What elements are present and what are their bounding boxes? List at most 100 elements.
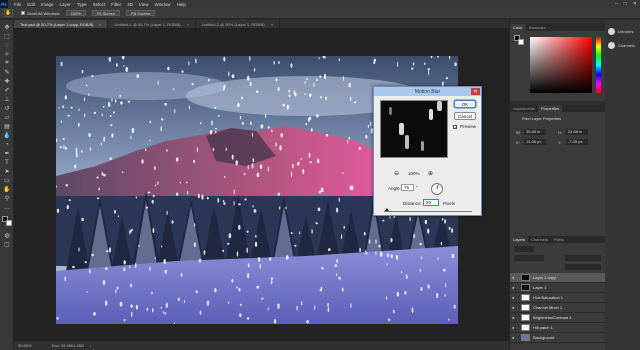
layer-row[interactable]: ● Brightness/Contrast 1 bbox=[510, 313, 606, 323]
crop-tool-icon[interactable]: ⌗ bbox=[3, 60, 11, 67]
fill-field[interactable] bbox=[565, 264, 601, 270]
tab-test-psd[interactable]: Test.psd @ 30.7% (Layer 1 copy, RGB/8) × bbox=[14, 20, 109, 28]
visibility-eye-icon[interactable]: ● bbox=[512, 315, 518, 320]
visibility-eye-icon[interactable]: ● bbox=[512, 305, 518, 310]
opacity-field[interactable] bbox=[565, 255, 601, 261]
tab-untitled-1[interactable]: Untitled-1 @ 66.7% (Layer 1, RGB/8) × bbox=[108, 20, 196, 28]
height-field[interactable]: 24.68 in bbox=[566, 129, 588, 135]
marquee-tool-icon[interactable]: ⬚ bbox=[3, 33, 11, 40]
zoom-readout[interactable]: 30.65% bbox=[18, 343, 32, 348]
fit-screen-button[interactable]: Fit Screen bbox=[91, 10, 121, 16]
layer-row[interactable]: ● Background bbox=[510, 333, 606, 343]
status-menu-icon[interactable]: › bbox=[90, 343, 91, 348]
menu-3d[interactable]: 3D bbox=[127, 2, 133, 7]
eyedropper-tool-icon[interactable]: ✎ bbox=[3, 69, 11, 76]
quick-mask-icon[interactable]: ◍ bbox=[3, 232, 11, 239]
hand-tool-icon[interactable]: ✋ bbox=[4, 9, 13, 17]
visibility-eye-icon[interactable]: ● bbox=[512, 285, 518, 290]
brush-tool-icon[interactable]: ✐ bbox=[3, 87, 11, 94]
menu-window[interactable]: Window bbox=[155, 2, 171, 7]
more-tools-icon[interactable]: … bbox=[3, 204, 11, 211]
tab-adjustments[interactable]: Adjustments bbox=[510, 105, 538, 112]
hand-tool-icon[interactable]: ✋ bbox=[3, 186, 11, 193]
menu-file[interactable]: File bbox=[14, 2, 21, 7]
close-tab-icon[interactable]: × bbox=[271, 22, 273, 27]
fill-screen-button[interactable]: Fill Screen bbox=[126, 10, 156, 16]
tab-color[interactable]: Color bbox=[510, 24, 526, 31]
tab-swatches[interactable]: Swatches bbox=[526, 24, 549, 31]
zoom-in-icon[interactable]: ⊕ bbox=[428, 170, 433, 177]
eraser-tool-icon[interactable]: ▱ bbox=[3, 114, 11, 121]
blur-tool-icon[interactable]: 💧 bbox=[3, 132, 11, 139]
menu-image[interactable]: Image bbox=[41, 2, 54, 7]
distance-slider-thumb[interactable] bbox=[385, 208, 389, 211]
tab-layers[interactable]: Layers bbox=[510, 236, 529, 243]
clone-stamp-tool-icon[interactable]: ⊥ bbox=[3, 96, 11, 103]
color-picker-field[interactable] bbox=[530, 37, 592, 93]
layer-row[interactable]: ● Channel Mixer 1 bbox=[510, 303, 606, 313]
width-field[interactable]: 36.98 in bbox=[524, 129, 546, 135]
layer-row[interactable]: ● Hill patch 1 bbox=[510, 323, 606, 333]
layer-row[interactable]: ● Hue/Saturation 1 bbox=[510, 293, 606, 303]
dialog-close-icon[interactable]: ✕ bbox=[471, 88, 480, 95]
y-field[interactable]: -7.05 px bbox=[566, 139, 588, 145]
magic-wand-tool-icon[interactable]: ✧ bbox=[3, 51, 11, 58]
cancel-button[interactable]: Cancel bbox=[454, 112, 476, 120]
zoom-out-icon[interactable]: ⊖ bbox=[394, 170, 399, 177]
tab-channels[interactable]: Channels bbox=[528, 236, 551, 243]
distance-input[interactable]: 20 bbox=[423, 199, 439, 206]
menu-select[interactable]: Select bbox=[93, 2, 106, 7]
close-tab-icon[interactable]: × bbox=[99, 22, 101, 27]
menu-filter[interactable]: Filter bbox=[111, 2, 121, 7]
preview-checkbox[interactable]: ✓ bbox=[453, 125, 457, 130]
scroll-all-windows-checkbox[interactable] bbox=[21, 11, 25, 15]
maximize-icon[interactable]: □ bbox=[624, 1, 627, 7]
history-brush-tool-icon[interactable]: ↺ bbox=[3, 105, 11, 112]
dodge-tool-icon[interactable]: ◔ bbox=[3, 141, 11, 148]
angle-input[interactable]: 75 bbox=[401, 184, 414, 191]
dialog-title[interactable]: Motion Blur bbox=[374, 87, 481, 96]
libraries-panel-button[interactable]: Libraries bbox=[608, 28, 633, 35]
distance-slider-track[interactable] bbox=[384, 211, 472, 212]
blend-mode-dropdown[interactable] bbox=[514, 255, 544, 261]
path-selection-tool-icon[interactable]: ➤ bbox=[3, 168, 11, 175]
layer-row[interactable]: ● Layer 1 copy bbox=[510, 273, 606, 283]
channels-panel-button[interactable]: Channels bbox=[608, 42, 635, 49]
visibility-eye-icon[interactable]: ● bbox=[512, 275, 518, 280]
angle-dial[interactable] bbox=[431, 183, 443, 195]
tab-untitled-2[interactable]: Untitled-2 @ 50% (Layer 1, RGB/8) × bbox=[195, 20, 281, 28]
menu-help[interactable]: Help bbox=[177, 2, 186, 7]
screen-mode-icon[interactable]: ▢ bbox=[3, 241, 11, 248]
layer-row[interactable]: ● Layer 1 bbox=[510, 283, 606, 293]
move-tool-icon[interactable]: ✥ bbox=[3, 24, 11, 31]
hue-slider[interactable] bbox=[596, 37, 601, 93]
pen-tool-icon[interactable]: ✒ bbox=[3, 150, 11, 157]
close-icon[interactable]: ✕ bbox=[633, 1, 637, 7]
healing-brush-tool-icon[interactable]: ✚ bbox=[3, 78, 11, 85]
tab-paths[interactable]: Paths bbox=[551, 236, 567, 243]
minimize-icon[interactable]: – bbox=[615, 1, 618, 7]
menu-type[interactable]: Type bbox=[77, 2, 87, 7]
photoshop-logo: Ps bbox=[0, 0, 8, 8]
angle-label: Angle: bbox=[388, 186, 401, 191]
visibility-eye-icon[interactable]: ● bbox=[512, 325, 518, 330]
close-tab-icon[interactable]: × bbox=[187, 22, 189, 27]
gradient-tool-icon[interactable]: ▤ bbox=[3, 123, 11, 130]
lasso-tool-icon[interactable]: ◌ bbox=[3, 42, 11, 49]
layer-filter-dropdown[interactable] bbox=[514, 246, 534, 252]
type-tool-icon[interactable]: T bbox=[3, 159, 11, 166]
tab-properties[interactable]: Properties bbox=[538, 105, 563, 112]
visibility-eye-icon[interactable]: ● bbox=[512, 295, 518, 300]
menu-edit[interactable]: Edit bbox=[27, 2, 35, 7]
x-field[interactable]: 14.06 px bbox=[524, 139, 546, 145]
zoom-tool-icon[interactable]: ⚲ bbox=[3, 195, 11, 202]
visibility-eye-icon[interactable]: ● bbox=[512, 335, 518, 340]
menu-layer[interactable]: Layer bbox=[60, 2, 71, 7]
filter-preview[interactable] bbox=[380, 100, 448, 158]
shape-tool-icon[interactable]: ▭ bbox=[3, 177, 11, 184]
menu-view[interactable]: View bbox=[139, 2, 149, 7]
color-background-swatch[interactable] bbox=[518, 39, 524, 45]
ok-button[interactable]: OK bbox=[454, 100, 476, 108]
zoom-100-button[interactable]: 100% bbox=[65, 10, 86, 16]
background-color-swatch[interactable] bbox=[6, 220, 12, 226]
